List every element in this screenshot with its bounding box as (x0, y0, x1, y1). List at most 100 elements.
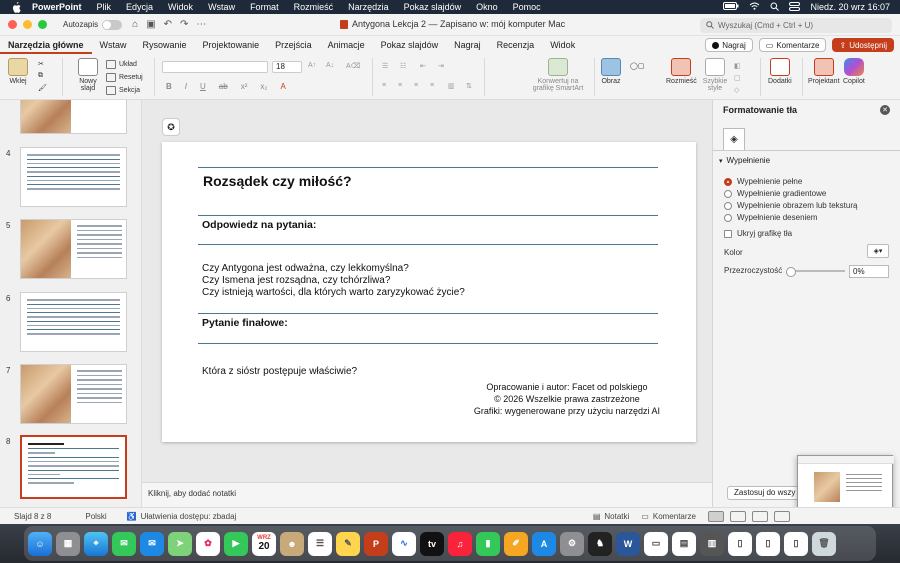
freeform-icon[interactable]: ∿ (392, 531, 416, 556)
save-icon[interactable]: ▣ (146, 19, 155, 30)
battery-icon[interactable] (723, 2, 739, 12)
align-center-icon[interactable]: ≡ (398, 82, 402, 89)
comments-toggle[interactable]: ▭ Komentarze (641, 512, 696, 521)
clear-format-icon[interactable]: A⌫ (346, 62, 361, 70)
app-store-icon[interactable]: A (532, 531, 556, 556)
finder-icon[interactable]: ☺ (28, 531, 52, 556)
autosave-toggle[interactable] (102, 19, 123, 30)
menu-tools[interactable]: Narzędzia (348, 2, 389, 12)
slide-question-1[interactable]: Czy Antygona jest odważna, czy lekkomyśl… (202, 263, 409, 275)
textedit-icon[interactable]: ▤ (672, 531, 696, 556)
pages-icon[interactable]: ✐ (504, 531, 528, 556)
slide-final-question[interactable]: Która z sióstr postępuje właściwie? (202, 366, 357, 378)
hide-graphics-option[interactable]: Ukryj grafikę tła (724, 229, 792, 238)
music-icon[interactable]: ♫ (448, 531, 472, 556)
slide-question-3[interactable]: Czy istnieją wartości, dla których warto… (202, 287, 465, 299)
paste-button[interactable]: Wklej (8, 58, 28, 85)
transparency-input[interactable]: 0% (849, 265, 889, 278)
copy-icon[interactable]: ⧉ (38, 72, 43, 80)
word-icon[interactable]: W (616, 531, 640, 556)
apple-tv-icon[interactable]: tv (420, 531, 444, 556)
tab-view[interactable]: Widok (542, 36, 583, 54)
messages-icon[interactable]: ✉ (112, 531, 136, 556)
reset-button[interactable]: Resetuj (106, 73, 143, 82)
fill-tab[interactable]: ◈ (723, 128, 745, 150)
system-settings-icon[interactable]: ⚙ (560, 531, 584, 556)
comments-button[interactable]: ▭ Komentarze (758, 38, 827, 52)
tab-transitions[interactable]: Przejścia (267, 36, 320, 54)
slide-sorter-icon[interactable] (730, 510, 746, 522)
shapes-icon[interactable]: ◯▢ (630, 62, 644, 70)
wifi-icon[interactable] (749, 2, 760, 12)
slide-thumbnail[interactable] (20, 100, 127, 134)
normal-view-icon[interactable] (708, 510, 724, 522)
safari-icon[interactable]: ⌖ (84, 531, 108, 556)
reminders-icon[interactable]: ☰ (308, 531, 332, 556)
notes-toggle[interactable]: ▤ Notatki (593, 512, 629, 521)
font-size-select[interactable]: 18 (272, 61, 302, 73)
document-file-icon[interactable]: ▯ (784, 531, 808, 556)
fill-section-header[interactable]: ▾ Wypełnienie (719, 156, 770, 165)
floating-slide-preview[interactable] (797, 455, 894, 515)
menu-app-name[interactable]: PowerPoint (32, 2, 82, 12)
indent-icon[interactable]: ⇥ (438, 62, 444, 70)
slide-heading-questions[interactable]: Odpowiedz na pytania: (202, 219, 316, 231)
accessibility-check[interactable]: ♿ Ułatwienia dostępu: zbadaj (127, 512, 237, 521)
copilot-button[interactable]: Copilot (843, 58, 865, 85)
apply-to-all-button[interactable]: Zastosuj do wszy (727, 486, 803, 500)
slide-question-2[interactable]: Czy Ismena jest rozsądna, czy tchórzliwa… (202, 275, 390, 287)
language-indicator[interactable]: Polski (85, 512, 106, 521)
designer-suggestions-button[interactable]: ✪ (162, 118, 180, 136)
reading-view-icon[interactable] (752, 510, 768, 522)
slide-thumbnail-7[interactable] (20, 364, 127, 424)
notes-app-icon[interactable]: ✎ (336, 531, 360, 556)
more-icon[interactable]: ⋯ (196, 19, 206, 30)
zoom-window-button[interactable] (38, 20, 47, 29)
menu-insert[interactable]: Wstaw (208, 2, 235, 12)
numbers-icon[interactable]: ▮ (476, 531, 500, 556)
slide-thumbnail-5[interactable] (20, 219, 127, 279)
slide-credits[interactable]: Opracowanie i autor: Facet od polskiego … (474, 381, 660, 417)
close-window-button[interactable] (8, 20, 17, 29)
slide-thumbnail-8[interactable] (20, 435, 127, 499)
smartart-button[interactable]: Konwertuj na grafikę SmartArt (528, 58, 588, 92)
menu-arrange[interactable]: Rozmieść (294, 2, 334, 12)
subscript-icon[interactable]: x₂ (260, 82, 267, 91)
downloads-stack-icon[interactable]: ▥ (700, 531, 724, 556)
new-slide-button[interactable]: Nowy slajd (74, 58, 102, 92)
menu-slideshow[interactable]: Pokaz slajdów (404, 2, 462, 12)
search-box[interactable]: Wyszukaj (Cmd + Ctrl + U) (700, 18, 892, 33)
cut-icon[interactable]: ✂ (38, 60, 44, 68)
underline-icon[interactable]: U (200, 82, 206, 91)
launchpad-icon[interactable]: ▦ (56, 531, 80, 556)
tab-design[interactable]: Projektowanie (195, 36, 268, 54)
slide-heading-final[interactable]: Pytanie finałowe: (202, 317, 288, 329)
arrange-button[interactable]: Rozmieść (666, 58, 697, 85)
fill-gradient-option[interactable]: Wypełnienie gradientowe (724, 189, 826, 198)
font-color-icon[interactable]: A (280, 82, 285, 91)
record-button[interactable]: Nagraj (705, 38, 753, 52)
menu-edit[interactable]: Edycja (126, 2, 153, 12)
color-picker-button[interactable]: ◈▾ (867, 244, 889, 258)
menubar-clock[interactable]: Niedz. 20 wrz 16:07 (810, 2, 890, 12)
tab-slideshow[interactable]: Pokaz slajdów (373, 36, 447, 54)
increase-font-icon[interactable]: A↑ (308, 62, 316, 69)
format-painter-icon[interactable]: 🖌 (38, 84, 47, 92)
contacts-icon[interactable]: ☻ (280, 531, 304, 556)
undo-icon[interactable]: ↶ (164, 19, 172, 30)
designer-button[interactable]: Projektant (808, 58, 840, 85)
transparency-slider[interactable] (786, 267, 845, 277)
font-family-select[interactable] (162, 61, 268, 73)
slide-thumbnail-4[interactable] (20, 147, 127, 207)
spotlight-icon[interactable] (770, 2, 780, 13)
bullets-icon[interactable]: ☰ (382, 62, 388, 70)
menu-format[interactable]: Format (250, 2, 279, 12)
apple-menu-icon[interactable] (10, 1, 22, 13)
fill-picture-option[interactable]: Wypełnienie obrazem lub teksturą (724, 201, 857, 210)
slide-thumbnail-6[interactable] (20, 292, 127, 352)
italic-icon[interactable]: I (185, 82, 187, 91)
pdf-file-icon-2[interactable]: ▯ (756, 531, 780, 556)
home-icon[interactable]: ⌂ (132, 19, 138, 30)
section-button[interactable]: Sekcja (106, 86, 140, 95)
tab-review[interactable]: Recenzja (489, 36, 543, 54)
